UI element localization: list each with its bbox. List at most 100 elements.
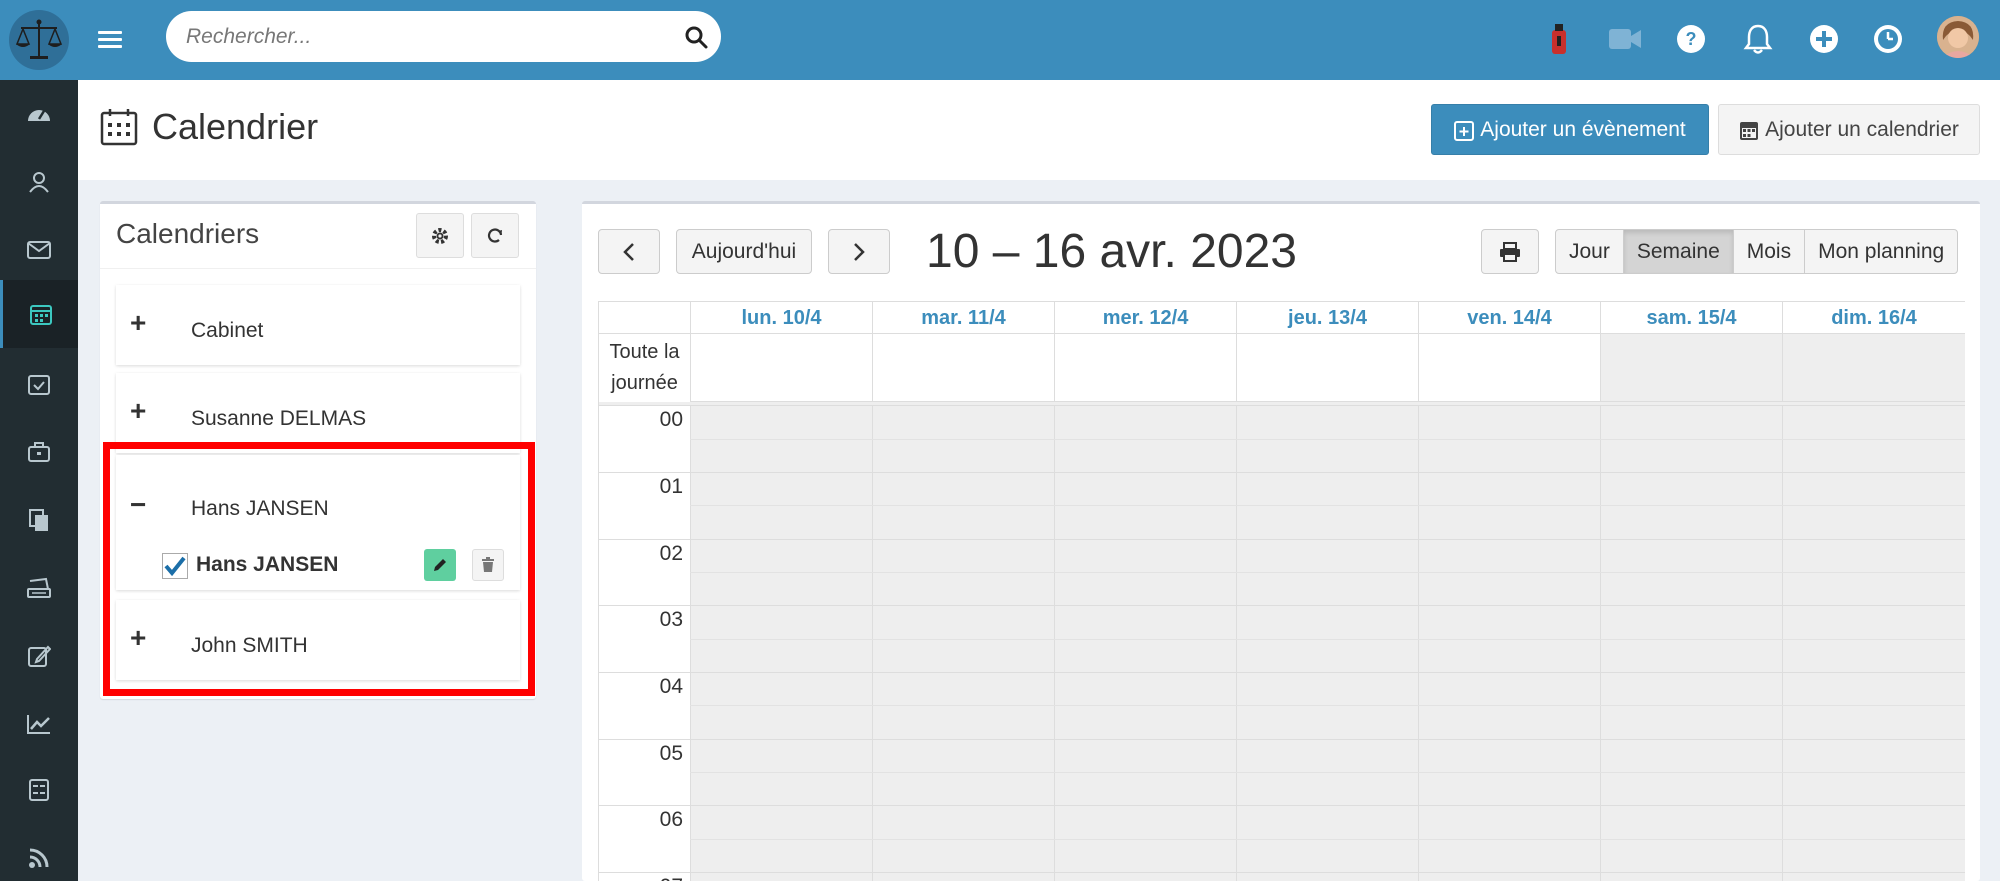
calendar-plus-icon bbox=[1454, 120, 1475, 141]
sidebar-item-calendar[interactable] bbox=[0, 280, 78, 348]
all-day-cell[interactable] bbox=[690, 334, 872, 402]
day-column bbox=[1782, 406, 1783, 881]
menu-toggle-button[interactable] bbox=[98, 24, 122, 54]
fire-extinguisher-icon[interactable] bbox=[1538, 18, 1580, 60]
rss-icon bbox=[29, 848, 49, 868]
sidebar-item-print[interactable] bbox=[0, 554, 78, 622]
delete-calendar-button[interactable] bbox=[472, 549, 504, 581]
mail-icon bbox=[27, 241, 51, 259]
help-icon[interactable]: ? bbox=[1670, 18, 1712, 60]
day-header-row: lun. 10/4 mar. 11/4 mer. 12/4 jeu. 13/4 … bbox=[599, 301, 1965, 334]
search-bar bbox=[166, 11, 721, 62]
panel-divider bbox=[100, 268, 536, 269]
all-day-cell[interactable] bbox=[1418, 334, 1600, 402]
date-range-title: 10 – 16 avr. 2023 bbox=[926, 225, 1297, 278]
add-event-button[interactable]: Ajouter un évènement bbox=[1431, 104, 1709, 155]
calendar-group-john-smith: + John SMITH bbox=[116, 600, 520, 680]
dashboard-icon bbox=[28, 110, 50, 121]
sidebar-item-cases[interactable] bbox=[0, 418, 78, 486]
user-avatar[interactable] bbox=[1937, 16, 1979, 58]
half-hour-line bbox=[690, 572, 1965, 573]
print-icon bbox=[1500, 241, 1520, 262]
view-month-button[interactable]: Mois bbox=[1732, 229, 1806, 274]
calendar-group-label[interactable]: Cabinet bbox=[191, 319, 263, 343]
calendar-icon bbox=[100, 109, 138, 146]
search-icon[interactable] bbox=[683, 24, 709, 50]
app-logo[interactable] bbox=[0, 0, 78, 80]
svg-text:?: ? bbox=[1686, 29, 1697, 49]
day-header[interactable]: dim. 16/4 bbox=[1782, 302, 1965, 334]
view-week-button[interactable]: Semaine bbox=[1622, 229, 1734, 274]
calendars-refresh-button[interactable] bbox=[471, 213, 519, 258]
clock-icon[interactable] bbox=[1867, 18, 1909, 60]
calendars-settings-button[interactable] bbox=[416, 213, 464, 258]
chevron-left-icon bbox=[623, 242, 634, 261]
all-day-cell[interactable] bbox=[1782, 334, 1965, 402]
plus-circle-icon[interactable] bbox=[1803, 18, 1845, 60]
calendar-group-cabinet: + Cabinet bbox=[116, 285, 520, 365]
collapse-toggle[interactable]: − bbox=[130, 489, 146, 521]
sidebar-item-contacts[interactable] bbox=[0, 148, 78, 216]
printer-icon bbox=[27, 577, 51, 598]
all-day-cell[interactable] bbox=[1236, 334, 1418, 402]
day-header[interactable]: sam. 15/4 bbox=[1600, 302, 1782, 334]
day-header[interactable]: mer. 12/4 bbox=[1054, 302, 1236, 334]
sidebar-item-dashboard[interactable] bbox=[0, 80, 78, 148]
calendars-panel-title: Calendriers bbox=[116, 218, 260, 249]
view-switcher: Jour Semaine Mois Mon planning bbox=[1555, 229, 1959, 274]
add-calendar-button[interactable]: Ajouter un calendrier bbox=[1718, 104, 1980, 155]
day-header[interactable]: mar. 11/4 bbox=[872, 302, 1054, 334]
top-navbar: ? bbox=[0, 0, 2000, 80]
sidebar-item-notes[interactable] bbox=[0, 622, 78, 690]
sidebar-item-stats[interactable] bbox=[0, 690, 78, 758]
hour-line bbox=[599, 605, 1965, 606]
prev-week-button[interactable] bbox=[598, 229, 660, 274]
sidebar-item-tasks[interactable] bbox=[0, 350, 78, 418]
all-day-cell[interactable] bbox=[1600, 334, 1782, 402]
today-label: Aujourd'hui bbox=[691, 239, 797, 263]
calendar-group-label[interactable]: Hans JANSEN bbox=[191, 497, 329, 521]
hour-label: 01 bbox=[659, 475, 683, 498]
sidebar-item-feed[interactable] bbox=[0, 824, 78, 881]
gear-icon bbox=[432, 227, 448, 244]
view-day-button[interactable]: Jour bbox=[1555, 229, 1624, 274]
expand-toggle[interactable]: + bbox=[130, 622, 146, 654]
next-week-button[interactable] bbox=[828, 229, 890, 274]
week-grid: lun. 10/4 mar. 11/4 mer. 12/4 jeu. 13/4 … bbox=[598, 301, 1965, 881]
hour-label: 02 bbox=[659, 542, 683, 565]
today-button[interactable]: Aujourd'hui bbox=[676, 229, 812, 274]
add-calendar-label: Ajouter un calendrier bbox=[1765, 117, 1959, 141]
hour-label: 04 bbox=[659, 675, 683, 698]
day-header[interactable]: ven. 14/4 bbox=[1418, 302, 1600, 334]
add-event-label: Ajouter un évènement bbox=[1480, 117, 1686, 141]
pencil-icon bbox=[434, 559, 446, 571]
hour-label: 07 bbox=[599, 875, 683, 881]
hour-line bbox=[599, 472, 1965, 473]
calendar-visibility-checkbox[interactable] bbox=[162, 553, 188, 579]
video-camera-icon[interactable] bbox=[1604, 18, 1646, 60]
sidebar-item-billing[interactable] bbox=[0, 756, 78, 824]
all-day-cell[interactable] bbox=[872, 334, 1054, 402]
calendar-group-label[interactable]: John SMITH bbox=[191, 634, 308, 658]
calendar-icon bbox=[29, 305, 52, 325]
tasks-icon bbox=[28, 375, 50, 395]
scales-icon bbox=[9, 10, 69, 70]
print-button[interactable] bbox=[1481, 229, 1539, 274]
day-header[interactable]: jeu. 13/4 bbox=[1236, 302, 1418, 334]
calendar-group-label[interactable]: Susanne DELMAS bbox=[191, 407, 366, 431]
all-day-cell[interactable] bbox=[1054, 334, 1236, 402]
search-input[interactable] bbox=[186, 11, 656, 62]
edit-calendar-button[interactable] bbox=[424, 549, 456, 581]
bell-icon[interactable] bbox=[1737, 18, 1779, 60]
hour-line bbox=[599, 672, 1965, 673]
hour-line bbox=[599, 539, 1965, 540]
view-my-planning-button[interactable]: Mon planning bbox=[1804, 229, 1959, 274]
documents-icon bbox=[29, 509, 48, 531]
day-header[interactable]: lun. 10/4 bbox=[690, 302, 872, 334]
sidebar-item-documents[interactable] bbox=[0, 486, 78, 554]
sidebar-item-mail[interactable] bbox=[0, 216, 78, 284]
time-slots[interactable] bbox=[690, 406, 1965, 881]
expand-toggle[interactable]: + bbox=[130, 395, 146, 427]
half-hour-line bbox=[690, 772, 1965, 773]
expand-toggle[interactable]: + bbox=[130, 307, 146, 339]
